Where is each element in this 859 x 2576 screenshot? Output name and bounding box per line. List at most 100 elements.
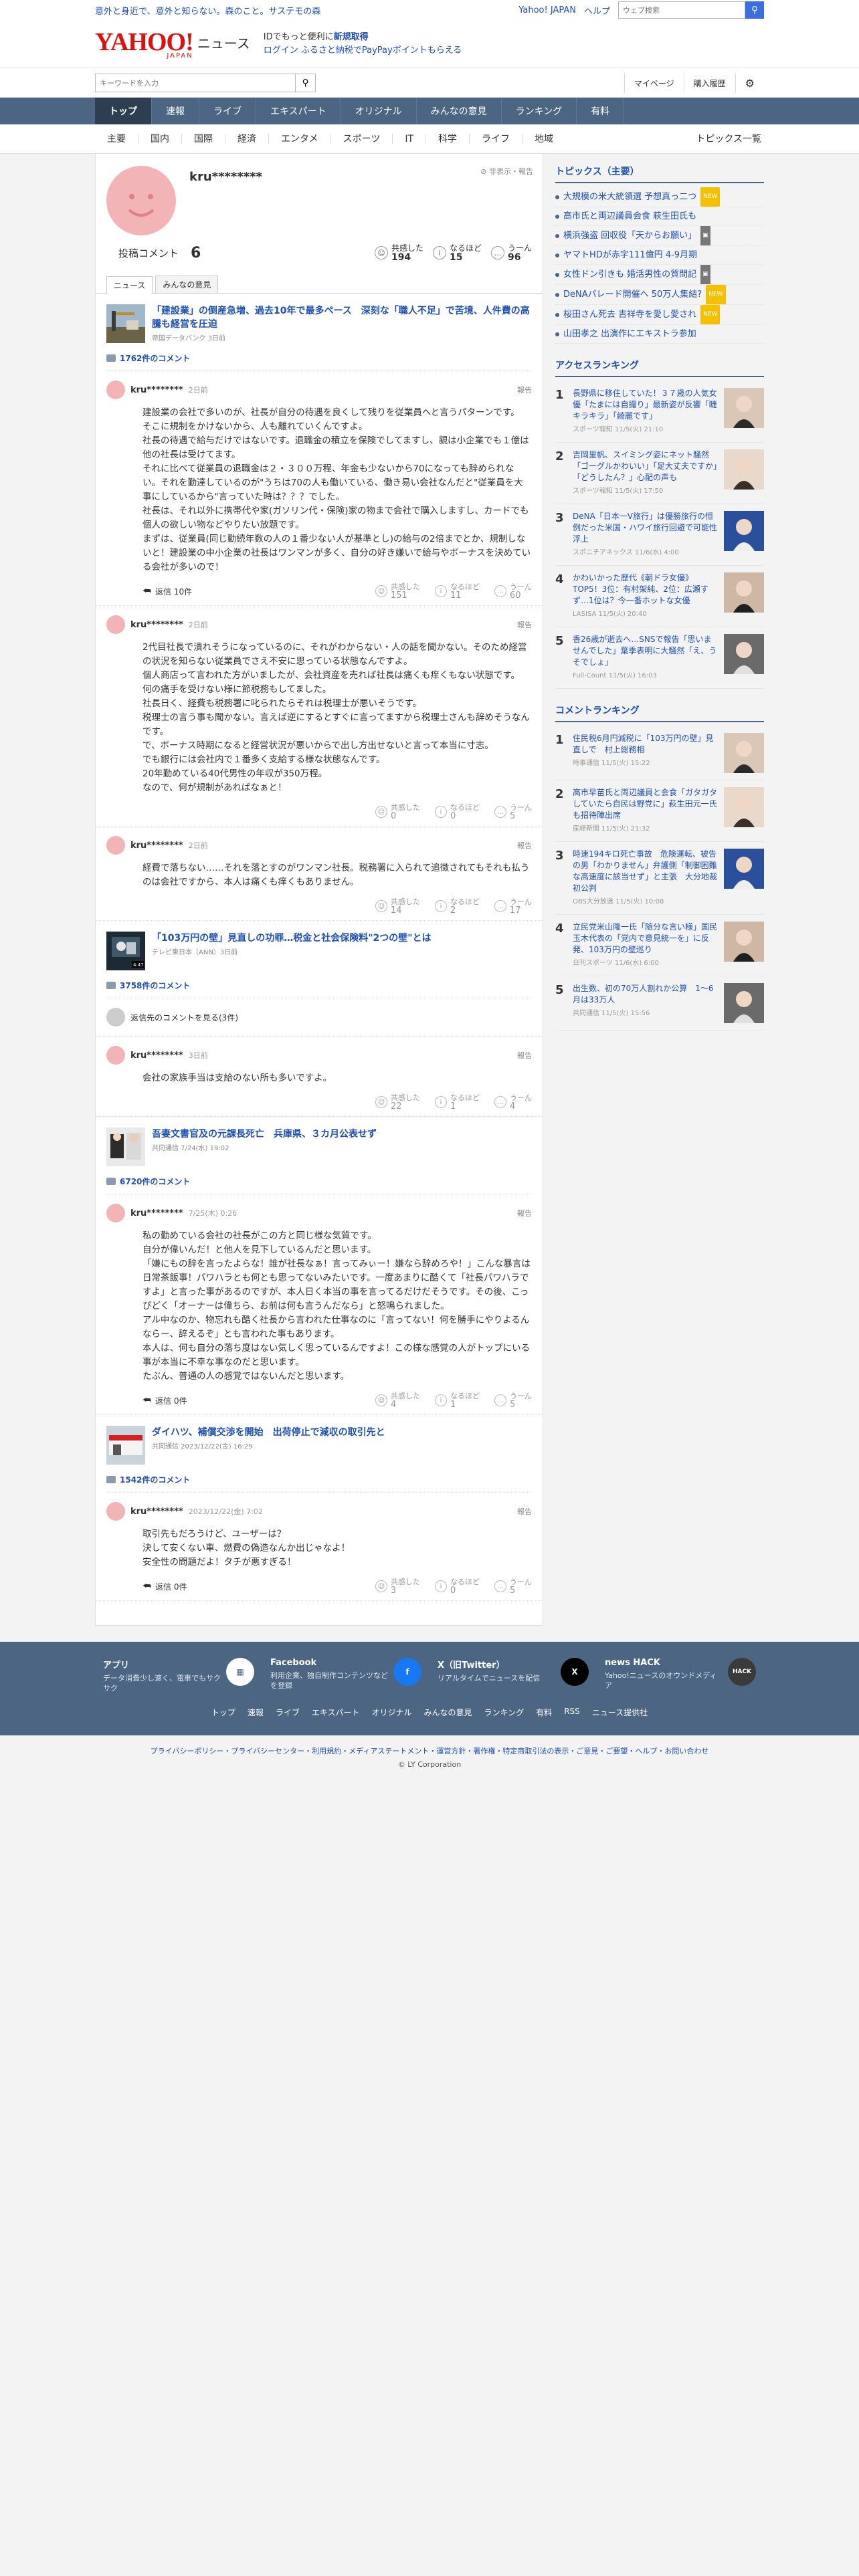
footer-link[interactable]: エキスパート [312,1707,360,1718]
nav-item[interactable]: オリジナル [341,98,417,124]
web-search-button[interactable]: ⚲ [745,1,764,19]
reaction-button[interactable]: … うーん 60 [494,582,532,600]
reply-button[interactable]: ⮪ 返信 0件 [142,1395,187,1406]
reaction-button[interactable]: … うーん 5 [494,803,532,821]
reaction-button[interactable]: i なるほど 2 [435,897,480,915]
reply-button[interactable]: ⮪ 返信 10件 [142,586,192,597]
nav-item[interactable]: みんなの意見 [417,98,502,124]
subnav-item[interactable]: 科学 [426,134,470,144]
web-search-input[interactable] [618,1,745,19]
comment-count-link[interactable]: 1762件のコメント [106,352,532,371]
ranking-item[interactable]: 5 出生数、初の70万人割れか公算 1～6月は33万人 共同通信 11/5(火) 1… [555,976,764,1031]
report-link[interactable]: 報告 [517,385,532,395]
comment-count-link[interactable]: 3758件のコメント [106,980,532,998]
footer-card[interactable]: news HACK Yahoo!ニュースのオウンドメディア HACK [597,1658,764,1693]
topic-item[interactable]: 高市氏と両辺議員会食 萩生田氏も [555,207,764,226]
reaction-button[interactable]: … うーん 5 [494,1392,532,1409]
report-link[interactable]: 報告 [517,1506,532,1517]
footer-link[interactable]: 有料 [536,1707,552,1718]
reply-button[interactable]: ⮪ 返信 0件 [142,1581,187,1592]
nav-item[interactable]: ライブ [199,98,256,124]
tab-opinion[interactable]: みんなの意見 [155,276,219,293]
keyword-search-button[interactable]: ⚲ [296,74,316,92]
subnav-item[interactable]: IT [393,134,427,144]
topic-item[interactable]: 横浜強盗 回収役「天からお願い」 ▣ [555,226,764,246]
article-title[interactable]: 「103万円の壁」見直しの功罪…税金と社会保険料"2つの壁"とは [152,932,432,945]
reaction-button[interactable]: ☺ 共感した 0 [375,803,420,821]
ranking-item[interactable]: 5 香26歳が逝去へ…SNSで報告「思いませんでした」葉季表明に大騒然「え、うそで… [555,627,764,689]
register-link[interactable]: 新規取得 [334,32,369,42]
ranking-item[interactable]: 4 立民党米山隆一氏「随分な言い様」国民玉木代表の「党内で意見統一を」に反発、10… [555,915,764,976]
reaction-button[interactable]: ☺ 共感した 4 [375,1392,420,1409]
reaction-button[interactable]: ☺ 共感した 14 [375,897,420,915]
footer-link[interactable]: RSS [564,1707,580,1718]
article-thumbnail[interactable] [106,1426,145,1465]
help-link[interactable]: ヘルプ [584,4,610,17]
reaction-button[interactable]: … うーん 4 [494,1093,532,1111]
mypage-link[interactable]: マイページ [624,74,684,92]
ranking-item[interactable]: 1 住民税6月円減税に「103万円の壁」見直しで 村上総務相 時事通信 11/5(火… [555,726,764,780]
reaction-button[interactable]: ☺ 共感した 151 [375,582,420,600]
reaction-button[interactable]: ☺ 共感した 3 [375,1578,420,1595]
reaction-button[interactable]: i なるほど 11 [435,582,480,600]
logo[interactable]: YAHOO! JAPAN ニュース [95,29,250,60]
article-thumbnail[interactable] [106,304,145,343]
nav-item[interactable]: トップ [95,98,152,124]
subnav-item[interactable]: スポーツ [331,134,393,144]
login-link[interactable]: ログイン ふるさと納税でPayPayポイントもらえる [264,44,462,58]
other-replies-link[interactable]: 返信先のコメントを見る(3件) [96,998,543,1037]
article-title[interactable]: 吾妻文書官及の元課長死亡 兵庫県、３カ月公表せず [152,1128,377,1141]
reaction-button[interactable]: … うーん 17 [494,897,532,915]
article-thumbnail[interactable]: 4:47 [106,932,145,970]
nav-item[interactable]: エキスパート [256,98,341,124]
topic-item[interactable]: 山田孝之 出演作にエキストラ参加 [555,325,764,344]
nav-item[interactable]: ランキング [502,98,577,124]
footer-link[interactable]: ランキング [484,1707,524,1718]
footer-card[interactable]: Facebook 利用企業、独自制作コンテンツなどを登録 f [262,1658,430,1693]
subnav-item[interactable]: 主要 [95,134,138,144]
topic-item[interactable]: ヤマトHDが赤字111億円 4-9月期 [555,246,764,265]
article-thumbnail[interactable] [106,1128,145,1166]
footer-link[interactable]: 速報 [248,1707,264,1718]
ranking-item[interactable]: 3 時速194キロ死亡事故 危険運転、被告の男「わかりません」弁護側「制御困難な高… [555,842,764,915]
nav-item[interactable]: 有料 [577,98,625,124]
comment-count-link[interactable]: 1542件のコメント [106,1474,532,1493]
topics-list-link[interactable]: トピックス一覧 [684,134,764,144]
footer-card[interactable]: X（旧Twitter） リアルタイムでニュースを配信 X [430,1658,597,1693]
history-link[interactable]: 購入履歴 [683,74,735,92]
reaction-button[interactable]: ☺ 共感した 22 [375,1093,420,1111]
footer-link[interactable]: ライブ [276,1707,300,1718]
reaction-button[interactable]: i なるほど 0 [435,803,480,821]
ranking-item[interactable]: 2 高市早苗氏と両辺議員と会食「ガタガタしていたら自民は野党に」萩生田元一氏も招待… [555,780,764,842]
footer-link[interactable]: みんなの意見 [424,1707,472,1718]
policy-links[interactable]: プライバシーポリシー・プライバシーセンター・利用規約・メディアステートメント・運… [0,1745,859,1758]
topic-item[interactable]: 桜田さん死去 吉祥寺を愛し愛され NEW [555,305,764,325]
footer-link[interactable]: トップ [211,1707,235,1718]
article-title[interactable]: ダイハツ、補償交渉を開始 出荷停止で減収の取引先と [152,1426,385,1439]
nav-item[interactable]: 速報 [152,98,199,124]
tab-news[interactable]: ニュース [106,276,153,294]
report-link[interactable]: 報告 [517,619,532,630]
reaction-button[interactable]: … うーん 5 [494,1578,532,1595]
topic-item[interactable]: 女性ドン引きも 婚活男性の質問記 ▣ [555,265,764,285]
keyword-search-input[interactable] [95,74,296,92]
report-link[interactable]: 報告 [517,1208,532,1218]
subnav-item[interactable]: 地域 [522,134,565,144]
reaction-button[interactable]: i なるほど 1 [435,1392,480,1409]
subnav-item[interactable]: ライフ [470,134,523,144]
report-link[interactable]: 報告 [517,840,532,851]
topic-item[interactable]: DeNAパレード開催へ 50万人集結? NEW [555,285,764,305]
reaction-button[interactable]: i なるほど 1 [435,1093,480,1111]
ranking-item[interactable]: 3 DeNA「日本一V旅行」は優勝旅行の恒例だった米国・ハワイ旅行回避で可能性浮上… [555,504,764,566]
footer-link[interactable]: ニュース提供社 [592,1707,648,1718]
article-title[interactable]: 「建設業」の倒産急増、過去10年で最多ペース 深刻な「職人不足」で苦境、人件費の… [152,304,532,331]
yahoo-japan-link[interactable]: Yahoo! JAPAN [518,5,576,15]
ranking-item[interactable]: 1 長野県に移住していた！３７歳の人気女優「たまには自撮り」最新姿が反響「睫キラキ… [555,381,764,443]
comment-count-link[interactable]: 6720件のコメント [106,1176,532,1194]
footer-card[interactable]: アプリ データ消費少し速く、電車でもサクサク ▦ [95,1658,262,1693]
subnav-item[interactable]: 国内 [138,134,182,144]
ranking-item[interactable]: 4 かわいかった歴代《朝ドラ女優》TOP5！3位：有村架純、2位：広瀬すず…1位は… [555,566,764,627]
reaction-button[interactable]: i なるほど 0 [435,1578,480,1595]
subnav-item[interactable]: エンタメ [269,134,331,144]
hide-report-link[interactable]: ⊘ 非表示・報告 [480,166,533,177]
